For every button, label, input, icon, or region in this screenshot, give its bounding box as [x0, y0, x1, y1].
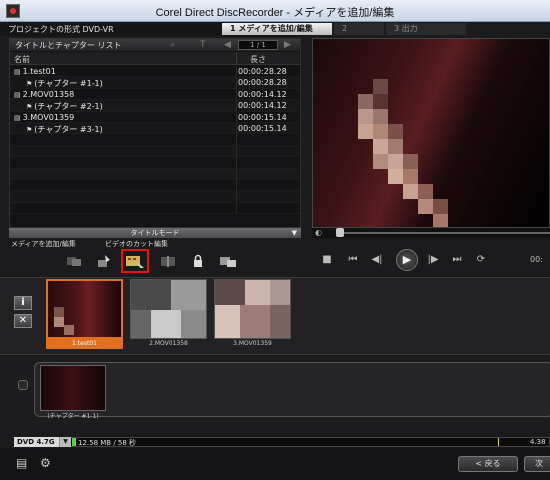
row-length: 00:00:15.14: [238, 112, 287, 122]
timeline-scrubber[interactable]: ◐: [312, 228, 550, 238]
flag-icon: ⚑: [26, 80, 33, 89]
title-chapter-list-panel: タイトルとチャプター リスト ⌕ T ◀ 1 / 1 ▶ 名前 長さ ▤ 1.te…: [9, 38, 301, 228]
tool-labels: メディアを追加/編集 ビデオのカット編集: [9, 239, 301, 249]
next-button[interactable]: 次: [524, 456, 550, 472]
split-icon[interactable]: [159, 253, 177, 269]
clip-caption: 2.MOV01358: [149, 340, 188, 347]
project-format-label: プロジェクトの形式 DVD-VR: [8, 25, 114, 34]
chapter-caption: (チャプター #1-1): [47, 413, 99, 420]
row-length: 00:00:28.28: [238, 67, 287, 76]
scrub-handle[interactable]: [336, 228, 344, 237]
film-icon: ▤: [14, 68, 21, 76]
column-length[interactable]: 長さ: [250, 54, 266, 65]
row-name: (チャプター #3-1): [34, 124, 103, 134]
list-row-chapter[interactable]: ⚑ (チャプター #3-1) 00:00:15.14: [10, 122, 300, 135]
title-bar: Corel Direct DiscRecorder - メディアを追加/編集: [0, 0, 550, 22]
lock-icon[interactable]: [189, 253, 207, 269]
capacity-end-text: 4.38: [530, 438, 546, 446]
edit-tool-icon[interactable]: [95, 253, 113, 269]
search-icon[interactable]: ⌕: [170, 40, 175, 50]
list-row-chapter[interactable]: ⚑ (チャプター #1-1) 00:00:28.28: [10, 77, 300, 89]
title-mode-label: タイトルモード: [130, 229, 180, 237]
clip-caption: 3.MOV01359: [233, 340, 272, 347]
flag-icon: ⚑: [26, 125, 33, 134]
repeat-icon[interactable]: ⟳: [474, 253, 488, 267]
wizard-steps: 1 メディアを追加/編集 2 3 出力: [222, 23, 550, 35]
back-button[interactable]: < 戻る: [458, 456, 518, 472]
film-icon: ▤: [14, 113, 21, 122]
cut-edit-label: ビデオのカット編集: [105, 240, 168, 248]
chapter-frame: [34, 362, 550, 417]
list-header: タイトルとチャプター リスト ⌕ T ◀ 1 / 1 ▶: [10, 39, 300, 51]
info-button[interactable]: i: [14, 296, 32, 310]
go-to-end-icon[interactable]: ⏭: [450, 253, 464, 267]
delete-button[interactable]: ✕: [14, 314, 32, 328]
row-name: (チャプター #2-1): [34, 102, 103, 112]
chapter-thumbnail[interactable]: [40, 365, 106, 411]
row-length: 00:00:14.12: [238, 89, 287, 99]
list-row-title[interactable]: ▤ 1.test01 00:00:28.28: [10, 66, 300, 78]
capacity-used-text: 12.58 MB / 58 秒: [78, 439, 137, 447]
add-media-label: メディアを追加/編集: [11, 240, 76, 248]
clip-caption: 1.test01: [46, 339, 123, 349]
list-row-title[interactable]: ▤ 2.MOV01358 00:00:14.12: [10, 88, 300, 101]
clip-thumbnail[interactable]: 2.MOV01358: [130, 279, 207, 349]
step-output[interactable]: 3 出力: [386, 23, 466, 35]
flag-icon: ⚑: [26, 103, 33, 112]
list-rows: ▤ 1.test01 00:00:28.28 ⚑ (チャプター #1-1) 00:0…: [10, 66, 300, 215]
scrub-track[interactable]: [340, 232, 550, 234]
clip-thumbnail[interactable]: 1.test01: [46, 279, 123, 349]
capacity-marker: [498, 438, 499, 446]
row-name: 2.MOV01358: [22, 89, 75, 99]
collapse-arrow-icon[interactable]: ▼: [292, 229, 297, 237]
title-clip-strip: i ✕ 1.test01 2.MOV01358 3.MOV01359: [0, 277, 550, 355]
chapter-strip: (チャプター #1-1): [0, 357, 550, 423]
window-title: Corel Direct DiscRecorder - メディアを追加/編集: [155, 7, 395, 19]
main-window: Corel Direct DiscRecorder - メディアを追加/編集 プ…: [0, 0, 550, 480]
toolbar: [9, 249, 301, 275]
step-add-edit[interactable]: 1 メディアを追加/編集: [222, 23, 332, 35]
column-name[interactable]: 名前: [14, 54, 30, 65]
next-page-icon[interactable]: ▶: [284, 40, 291, 50]
row-length: 00:00:14.12: [238, 101, 287, 111]
chapter-tool-icon[interactable]: [219, 253, 237, 269]
gear-icon[interactable]: ⚙: [40, 456, 58, 472]
row-length: 00:00:15.14: [238, 123, 287, 133]
row-name: 1.test01: [22, 67, 56, 76]
list-column-header: 名前 長さ: [10, 52, 300, 65]
go-to-start-icon[interactable]: ⏮: [346, 253, 360, 267]
preview-frame: [313, 39, 549, 227]
title-mode-bar[interactable]: タイトルモード ▼: [9, 228, 301, 238]
step-2[interactable]: 2: [334, 23, 384, 35]
text-icon[interactable]: T: [200, 40, 206, 50]
chevron-down-icon[interactable]: ▼: [59, 437, 71, 447]
timecode-display: 00:: [530, 255, 543, 264]
playback-controls: ■ ⏮ ◀| ▶ |▶ ⏭ ⟳ 00:: [312, 245, 550, 275]
media-tool-icon[interactable]: [65, 253, 83, 269]
list-row-title[interactable]: ▤ 3.MOV01359 00:00:15.14: [10, 111, 300, 123]
row-length: 00:00:28.28: [238, 78, 287, 88]
play-icon[interactable]: ▶: [396, 249, 418, 271]
film-icon: ▤: [14, 90, 21, 99]
row-name: 3.MOV01359: [22, 112, 75, 122]
clip-thumbnail[interactable]: 3.MOV01359: [214, 279, 291, 349]
step-forward-icon[interactable]: |▶: [426, 253, 440, 267]
page-indicator: 1 / 1: [238, 40, 278, 50]
prev-page-icon[interactable]: ◀: [224, 40, 231, 50]
list-settings-icon[interactable]: ▤: [16, 456, 34, 472]
row-name: (チャプター #1-1): [34, 79, 103, 89]
list-row-chapter[interactable]: ⚑ (チャプター #2-1) 00:00:14.12: [10, 100, 300, 112]
stop-icon[interactable]: ■: [320, 253, 334, 267]
capacity-used-fill: [72, 438, 76, 446]
list-title: タイトルとチャプター リスト: [15, 41, 122, 50]
chapter-marker-icon[interactable]: [18, 380, 28, 390]
step-back-icon[interactable]: ◀|: [370, 253, 384, 267]
in-out-icon[interactable]: ◐: [315, 228, 322, 237]
cut-edit-icon[interactable]: [121, 249, 149, 273]
video-preview[interactable]: [312, 38, 550, 228]
